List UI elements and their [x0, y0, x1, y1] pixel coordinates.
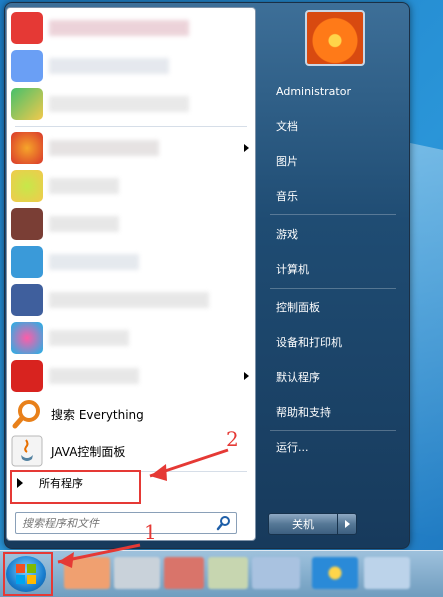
taskbar-app[interactable] [164, 557, 204, 589]
program-label: 搜索 Everything [51, 407, 144, 422]
right-item-run[interactable]: 运行... [270, 433, 398, 461]
item-label: 帮助和支持 [276, 406, 331, 419]
adobe-reader-icon [11, 360, 43, 392]
java-icon [11, 435, 43, 467]
blurred-label [49, 368, 139, 384]
app-icon [11, 12, 43, 44]
item-label: 图片 [276, 155, 298, 168]
divider [270, 430, 396, 431]
taskbar-app[interactable] [208, 557, 248, 589]
item-label: 游戏 [276, 228, 298, 241]
java-control-panel-item[interactable]: JAVA控制面板 [7, 433, 255, 469]
recent-program-1[interactable] [7, 10, 255, 46]
blurred-label [49, 96, 189, 112]
app-icon [11, 284, 43, 316]
blurred-label [49, 178, 119, 194]
recent-program-8[interactable] [7, 282, 255, 318]
shutdown-label: 关机 [292, 518, 314, 531]
taskbar-app[interactable] [64, 557, 110, 589]
taskbar-app[interactable] [114, 557, 160, 589]
right-item-games[interactable]: 游戏 [270, 220, 398, 248]
app-icon [11, 170, 43, 202]
start-menu-programs-pane: 搜索 Everything JAVA控制面板 所有程序 [6, 7, 256, 541]
recent-program-7[interactable] [7, 244, 255, 280]
blurred-label [49, 330, 129, 346]
divider [270, 214, 396, 215]
right-item-documents[interactable]: 文档 [270, 112, 398, 140]
right-item-control-panel[interactable]: 控制面板 [270, 293, 398, 321]
divider [15, 126, 247, 127]
recent-program-6[interactable] [7, 206, 255, 242]
right-item-devices-printers[interactable]: 设备和打印机 [270, 328, 398, 356]
submenu-arrow-icon [244, 372, 249, 380]
recent-program-4[interactable] [7, 130, 255, 166]
item-label: 运行... [276, 441, 309, 454]
blurred-label [49, 58, 169, 74]
user-avatar[interactable] [305, 10, 365, 66]
annotation-number-1: 1 [144, 520, 157, 544]
right-item-default-programs[interactable]: 默认程序 [270, 363, 398, 391]
item-label: 默认程序 [276, 371, 320, 384]
right-item-music[interactable]: 音乐 [270, 182, 398, 210]
right-item-user[interactable]: Administrator [270, 77, 398, 105]
app-icon [11, 208, 43, 240]
everything-search-item[interactable]: 搜索 Everything [7, 396, 255, 432]
recent-program-9[interactable] [7, 320, 255, 356]
recent-program-5[interactable] [7, 168, 255, 204]
submenu-arrow-icon [244, 144, 249, 152]
shutdown-options-button[interactable] [337, 513, 357, 535]
right-item-pictures[interactable]: 图片 [270, 147, 398, 175]
app-icon [11, 246, 43, 278]
item-label: 音乐 [276, 190, 298, 203]
internet-explorer-icon[interactable] [312, 557, 358, 589]
blurred-label [49, 20, 189, 36]
annotation-number-2: 2 [226, 427, 239, 451]
app-icon [11, 322, 43, 354]
taskbar-app[interactable] [364, 557, 410, 589]
blurred-label [49, 254, 139, 270]
blurred-label [49, 140, 159, 156]
item-label: 计算机 [276, 263, 309, 276]
recent-program-2[interactable] [7, 48, 255, 84]
item-label: 文档 [276, 120, 298, 133]
item-label: 控制面板 [276, 301, 320, 314]
divider [270, 288, 396, 289]
highlight-all-programs [10, 470, 141, 504]
everything-search-icon [12, 400, 40, 429]
recent-program-3[interactable] [7, 86, 255, 122]
recent-program-10[interactable] [7, 358, 255, 394]
right-item-help[interactable]: 帮助和支持 [270, 398, 398, 426]
app-icon [11, 88, 43, 120]
blurred-label [49, 292, 209, 308]
app-icon [11, 50, 43, 82]
item-label: 设备和打印机 [276, 336, 342, 349]
shutdown-button[interactable]: 关机 [268, 513, 338, 535]
start-search-box[interactable] [15, 512, 237, 534]
highlight-start-button [3, 552, 53, 596]
program-label: JAVA控制面板 [51, 444, 126, 459]
right-item-computer[interactable]: 计算机 [270, 255, 398, 283]
blurred-label [49, 216, 119, 232]
search-icon[interactable] [216, 515, 232, 531]
chevron-right-icon [344, 520, 350, 528]
app-icon [11, 132, 43, 164]
taskbar-app[interactable] [252, 557, 300, 589]
item-label: Administrator [276, 84, 351, 98]
search-input[interactable] [20, 515, 216, 531]
